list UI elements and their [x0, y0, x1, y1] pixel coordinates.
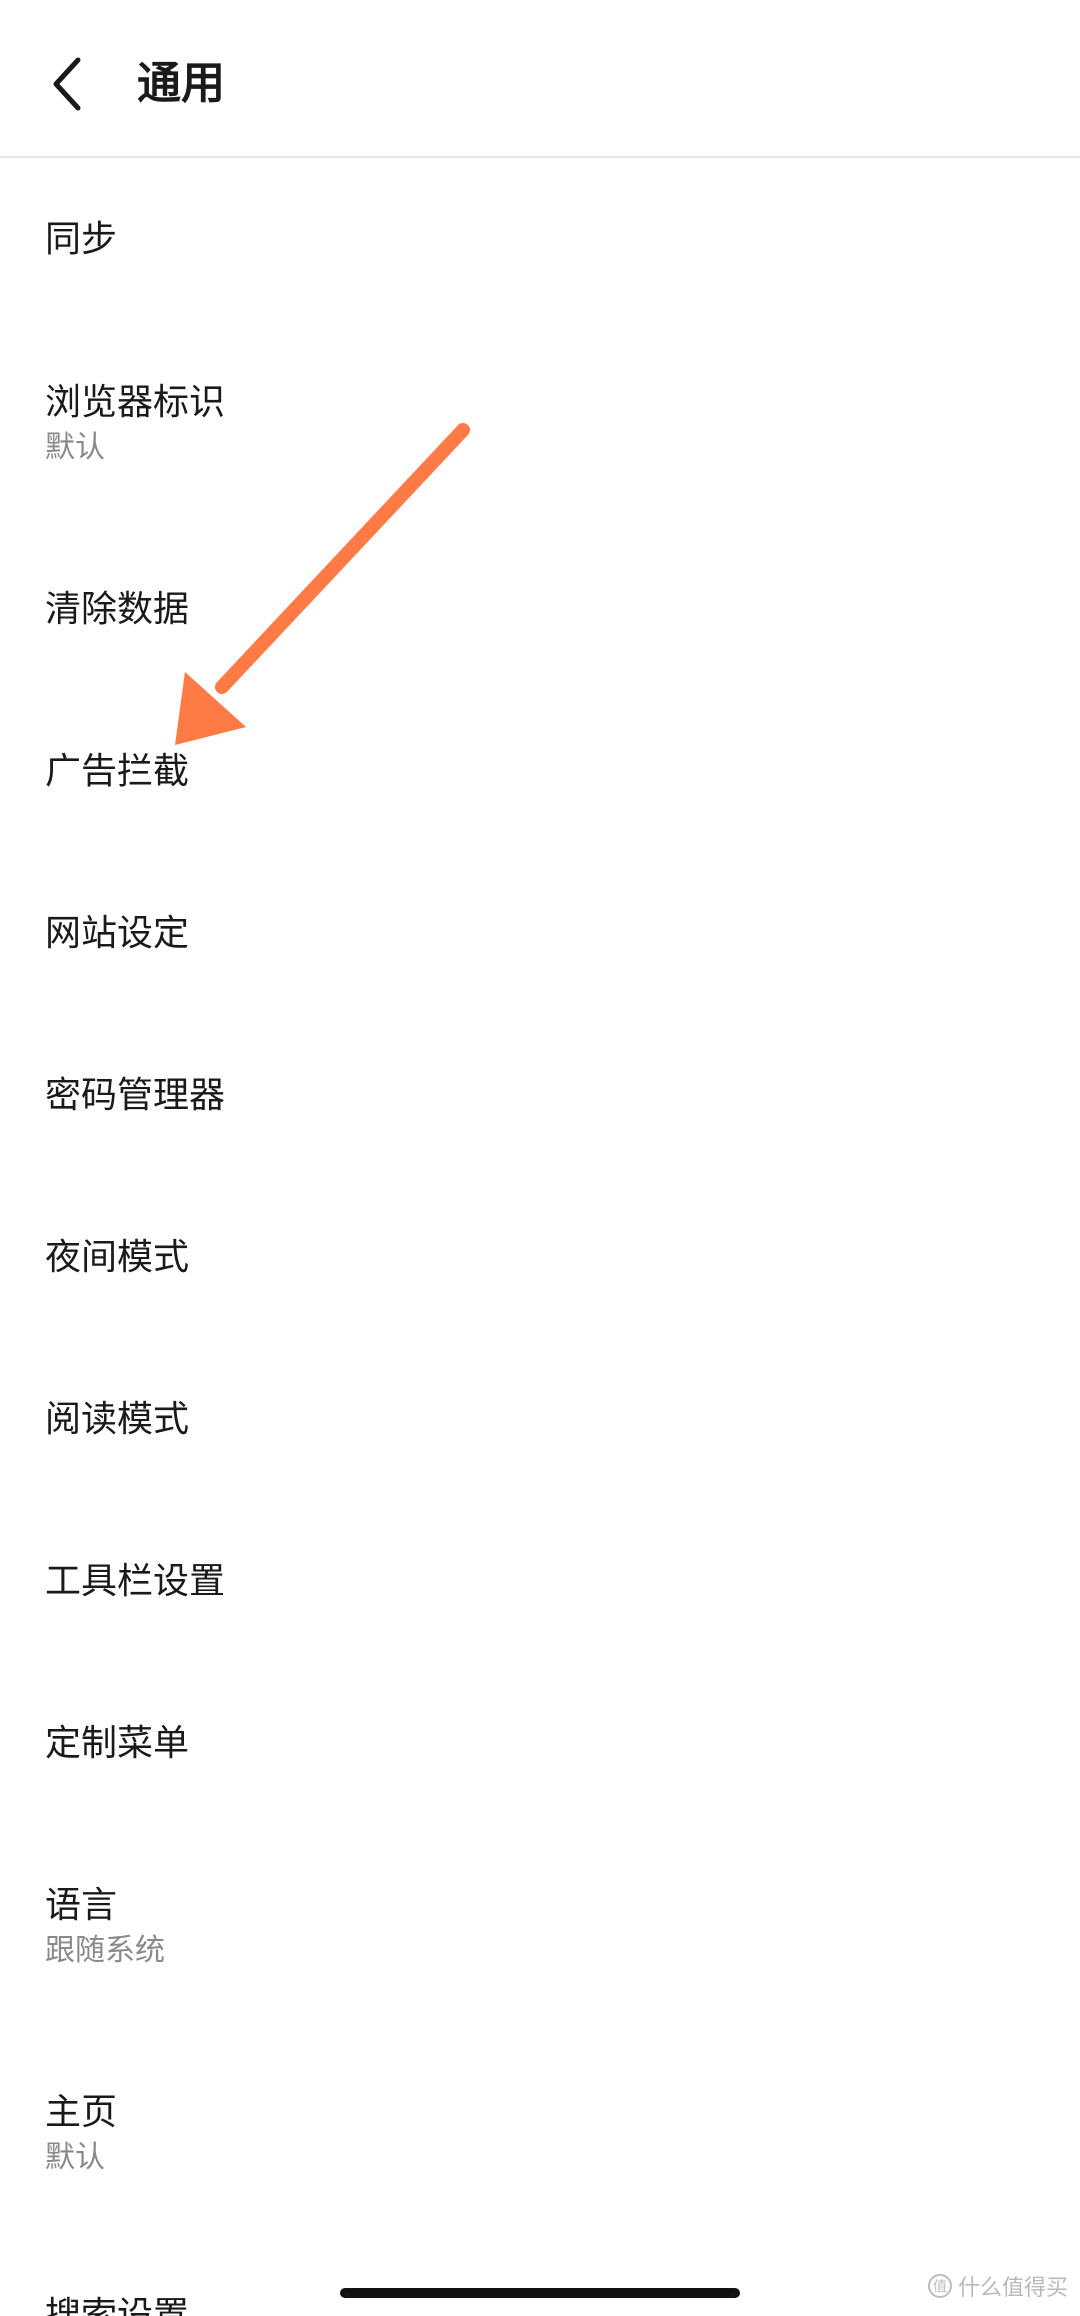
settings-item-clear-data[interactable]: 清除数据	[0, 570, 1080, 650]
settings-item-label: 主页	[45, 2092, 118, 2133]
settings-item-label: 夜间模式	[45, 1237, 190, 1278]
settings-item-label: 搜索设置	[45, 2295, 190, 2316]
settings-item-custom-menu[interactable]: 定制菜单	[0, 1704, 1080, 1784]
home-indicator[interactable]	[340, 2288, 740, 2298]
settings-item-value: 默认	[45, 430, 105, 465]
settings-item-password-manager[interactable]: 密码管理器	[0, 1056, 1080, 1136]
settings-item-label: 定制菜单	[45, 1723, 190, 1764]
page-title: 通用	[137, 58, 225, 109]
settings-item-toolbar-settings[interactable]: 工具栏设置	[0, 1542, 1080, 1622]
settings-item-label: 阅读模式	[45, 1399, 190, 1440]
settings-item-value: 跟随系统	[45, 1933, 165, 1968]
settings-item-reading-mode[interactable]: 阅读模式	[0, 1380, 1080, 1460]
settings-item-label: 网站设定	[45, 913, 190, 954]
settings-item-label: 密码管理器	[45, 1075, 226, 1116]
settings-item-homepage[interactable]: 主页 默认	[0, 2075, 1080, 2185]
settings-item-label: 广告拦截	[45, 751, 190, 792]
settings-item-language[interactable]: 语言 跟随系统	[0, 1868, 1080, 1978]
settings-item-night-mode[interactable]: 夜间模式	[0, 1218, 1080, 1298]
settings-item-ad-block[interactable]: 广告拦截	[0, 732, 1080, 812]
app-header: 通用	[0, 0, 1080, 158]
settings-item-label: 同步	[45, 219, 118, 260]
zhi-icon: 值	[927, 2274, 952, 2298]
settings-item-site-settings[interactable]: 网站设定	[0, 894, 1080, 974]
chevron-left-icon	[53, 57, 81, 111]
settings-item-value: 默认	[45, 2140, 105, 2175]
back-button[interactable]	[34, 42, 98, 126]
settings-item-label: 工具栏设置	[45, 1561, 226, 1602]
settings-item-label: 浏览器标识	[45, 382, 226, 423]
watermark-text: 什么值得买	[957, 2276, 1068, 2301]
watermark: 值 什么值得买	[927, 2270, 1068, 2302]
settings-item-label: 清除数据	[45, 589, 190, 630]
settings-item-label: 语言	[45, 1885, 118, 1926]
settings-item-browser-ua[interactable]: 浏览器标识 默认	[0, 365, 1080, 475]
settings-item-sync[interactable]: 同步	[0, 200, 1080, 280]
